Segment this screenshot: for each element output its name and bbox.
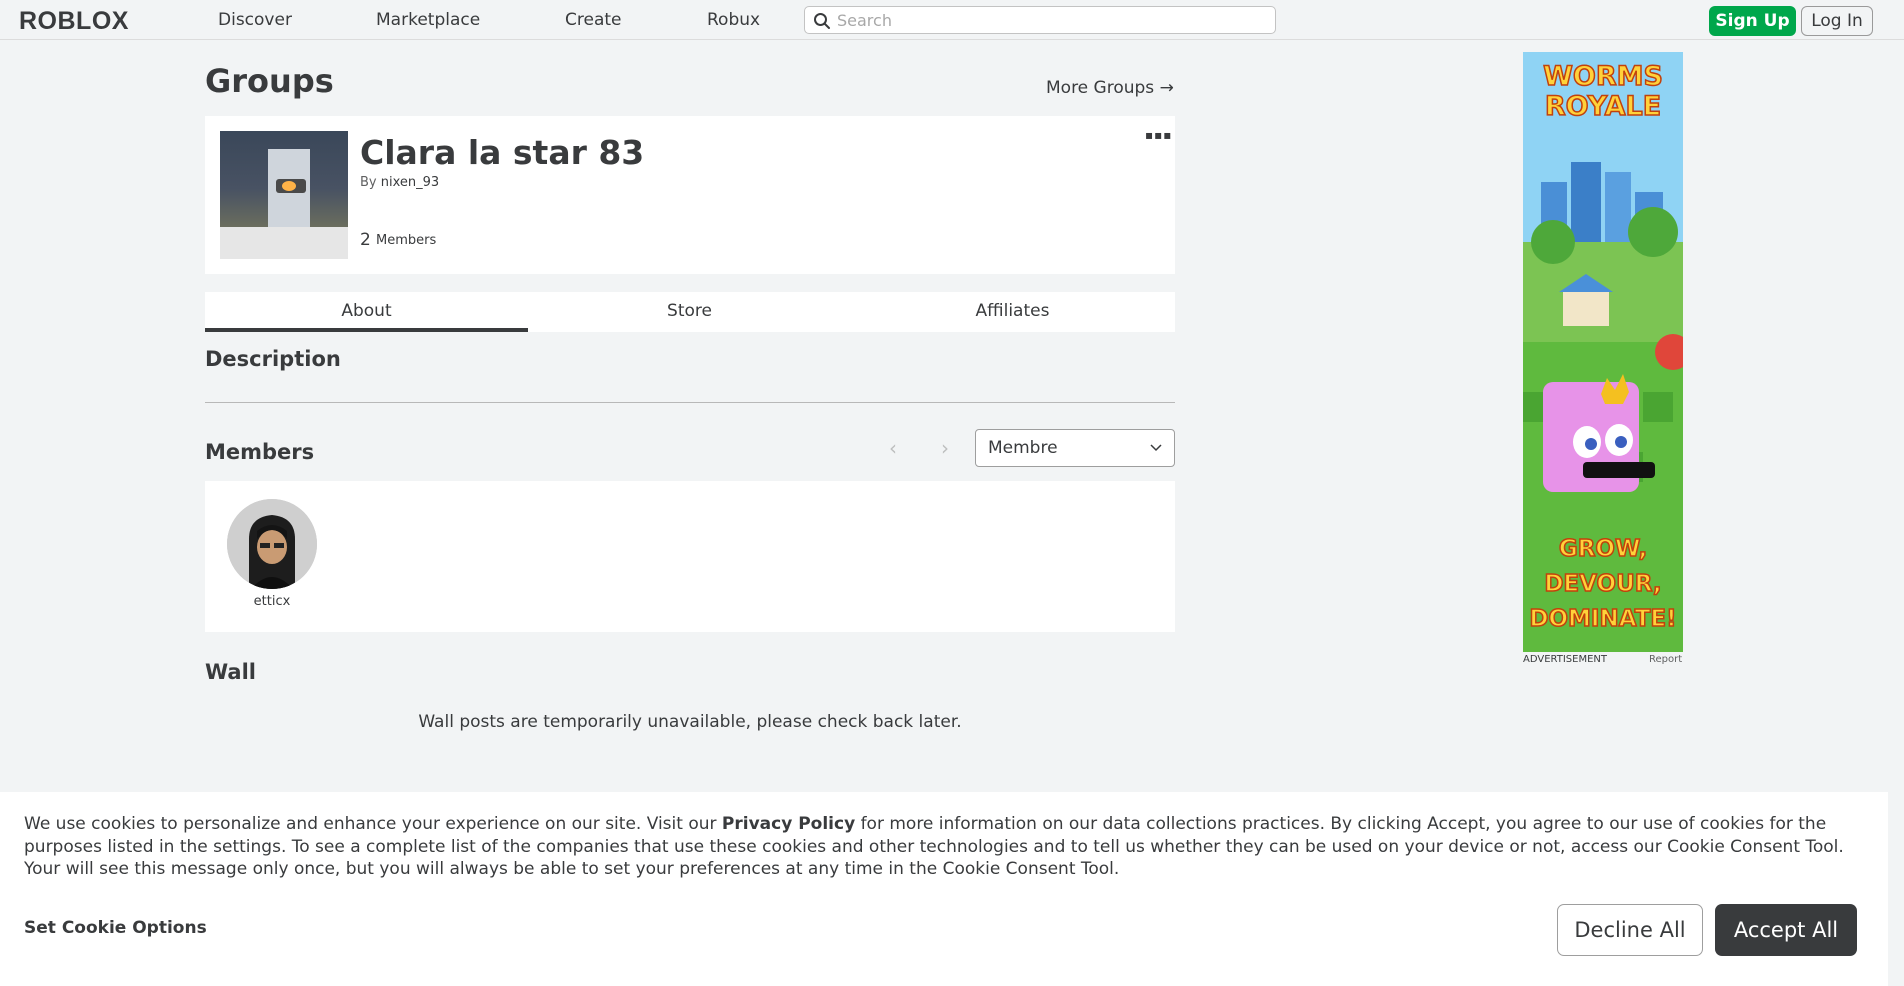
nav-discover[interactable]: Discover (218, 10, 292, 30)
wall-unavailable-message: Wall posts are temporarily unavailable, … (418, 712, 962, 732)
group-owner-line: By nixen_93 (360, 175, 439, 190)
privacy-policy-link[interactable]: Privacy Policy (722, 814, 855, 834)
ad-tagline-line1: GROW, (1558, 535, 1648, 563)
cookie-notice-text: We use cookies to personalize and enhanc… (24, 813, 1869, 881)
members-heading: Members (205, 440, 315, 464)
search-input[interactable] (837, 8, 1257, 32)
search-box[interactable] (804, 6, 1276, 34)
tab-store[interactable]: Store (528, 292, 851, 332)
ad-tagline-line3: DOMINATE! (1529, 605, 1678, 633)
ad-tagline: GROW, DEVOUR, DOMINATE! (1523, 532, 1683, 637)
divider (205, 402, 1175, 403)
tab-about[interactable]: About (205, 292, 528, 332)
chevron-down-icon (1150, 444, 1162, 452)
ad-title-line2: ROYALE (1544, 91, 1662, 123)
member-count-label: Members (376, 233, 437, 248)
login-button[interactable]: Log In (1801, 6, 1873, 36)
tab-affiliates[interactable]: Affiliates (851, 292, 1174, 332)
member-tile[interactable]: etticx (205, 481, 339, 621)
ad-title: WORMS ROYALE (1523, 61, 1683, 123)
by-prefix: By (360, 175, 377, 190)
advertisement-label: ADVERTISEMENT (1523, 654, 1608, 665)
description-heading: Description (205, 347, 341, 371)
ellipsis-icon[interactable]: ▪▪▪ (1145, 128, 1172, 142)
member-name[interactable]: etticx (205, 594, 339, 609)
decline-all-button[interactable]: Decline All (1557, 904, 1703, 956)
accept-all-button[interactable]: Accept All (1715, 904, 1857, 956)
chevron-right-icon[interactable]: › (941, 436, 949, 460)
signup-button[interactable]: Sign Up (1709, 6, 1796, 36)
top-navigation: RОBLOX Discover Marketplace Create Robux… (0, 0, 1904, 40)
ad-tagline-line2: DEVOUR, (1544, 570, 1663, 598)
group-tabs: About Store Affiliates (205, 292, 1175, 332)
roblox-logo[interactable]: RОBLOX (19, 7, 129, 36)
avatar[interactable] (227, 499, 317, 589)
group-header-card: Clara la star 83 By nixen_93 2 Members ▪… (205, 116, 1175, 274)
member-count: 2 (360, 230, 371, 250)
nav-marketplace[interactable]: Marketplace (376, 10, 480, 30)
cookie-text-before: We use cookies to personalize and enhanc… (24, 814, 722, 834)
group-name: Clara la star 83 (360, 133, 645, 172)
ad-report-link[interactable]: Report (1649, 654, 1682, 665)
set-cookie-options-link[interactable]: Set Cookie Options (24, 918, 207, 938)
advertisement-banner[interactable]: WORMS ROYALE GROW, DEVOUR, DOMINATE! (1523, 52, 1683, 652)
search-icon (814, 13, 830, 29)
more-groups-link[interactable]: More Groups → (1046, 78, 1174, 98)
role-dropdown[interactable]: Membre (975, 429, 1175, 467)
group-thumbnail (220, 131, 348, 259)
members-list: etticx (205, 481, 1175, 632)
group-owner-link[interactable]: nixen_93 (381, 175, 439, 190)
wall-heading: Wall (205, 660, 256, 684)
ad-title-line1: WORMS (1542, 61, 1663, 93)
avatar-image-icon (227, 499, 317, 589)
nav-robux[interactable]: Robux (707, 10, 760, 30)
chevron-left-icon[interactable]: ‹ (889, 436, 897, 460)
role-dropdown-value: Membre (988, 438, 1058, 458)
cookie-banner: We use cookies to personalize and enhanc… (0, 792, 1888, 986)
page-title: Groups (205, 62, 334, 100)
nav-create[interactable]: Create (565, 10, 622, 30)
